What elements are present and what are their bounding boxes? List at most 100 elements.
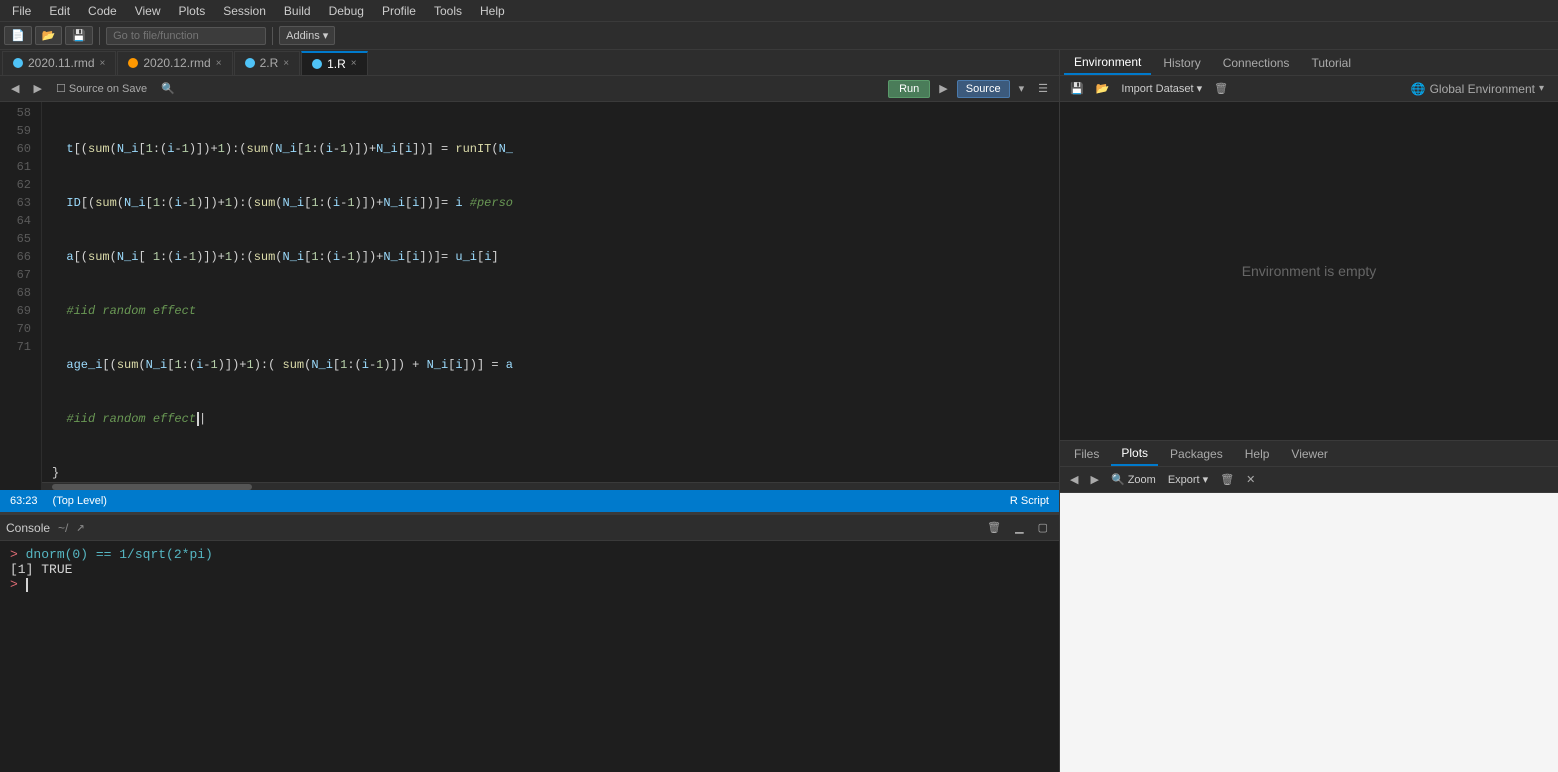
menu-build[interactable]: Build: [276, 2, 319, 20]
right-tab-bar: Environment History Connections Tutorial: [1060, 50, 1558, 76]
source-on-save-check[interactable]: ☐ Source on Save: [51, 80, 152, 97]
tab-close[interactable]: ×: [216, 58, 222, 69]
tab-icon: [245, 58, 255, 68]
plots-clear-button[interactable]: ✕: [1242, 471, 1259, 488]
console-workdir: ~/: [58, 521, 68, 535]
scroll-thumb[interactable]: [52, 484, 252, 490]
tab-2020-12-rmd[interactable]: 2020.12.rmd ×: [117, 51, 232, 75]
console-title: Console: [6, 521, 50, 535]
code-line-63: #iid random effect|: [52, 410, 1059, 428]
code-line-60: a[(sum(N_i[ 1:(i-1)])+1):(sum(N_i[1:(i-1…: [52, 248, 1059, 266]
menu-file[interactable]: File: [4, 2, 39, 20]
console-tab-bar: Console ~/ ↗ 🗑 ▁ ▢: [0, 515, 1059, 541]
status-bar: 63:23 (Top Level) R Script: [0, 490, 1059, 512]
env-empty-message: Environment is empty: [1242, 263, 1377, 279]
bottom-right-tab-bar: Files Plots Packages Help Viewer: [1060, 441, 1558, 467]
plots-export-button[interactable]: Export ▾: [1164, 471, 1212, 488]
code-line-58: t[(sum(N_i[1:(i-1)])+1):(sum(N_i[1:(i-1)…: [52, 140, 1059, 158]
console-command-line: > dnorm(0) == 1/sqrt(2*pi): [10, 547, 1049, 562]
code-line-62: age_i[(sum(N_i[1:(i-1)])+1):( sum(N_i[1:…: [52, 356, 1059, 374]
editor-panel: 2020.11.rmd × 2020.12.rmd × 2.R × 1.R × …: [0, 50, 1060, 772]
tab-viewer[interactable]: Viewer: [1281, 443, 1337, 465]
env-clear-button[interactable]: 🗑: [1210, 80, 1232, 97]
tab-plots[interactable]: Plots: [1111, 442, 1158, 466]
environment-section: Environment History Connections Tutorial…: [1060, 50, 1558, 440]
back-button[interactable]: ◀: [6, 80, 24, 97]
tab-label: 2020.11.rmd: [28, 56, 95, 70]
separator2: [272, 27, 273, 45]
open-button[interactable]: 📂: [35, 26, 63, 45]
tab-tutorial[interactable]: Tutorial: [1301, 52, 1361, 74]
console-path-icon[interactable]: ↗: [76, 519, 84, 536]
code-line-61: #iid random effect: [52, 302, 1059, 320]
console-clear-button[interactable]: 🗑: [982, 519, 1006, 536]
menu-view[interactable]: View: [127, 2, 169, 20]
main-toolbar: 📄 📂 💾 Addins ▾: [0, 22, 1558, 50]
bottom-right-section: Files Plots Packages Help Viewer ◀ ▶ 🔍 Z…: [1060, 440, 1558, 772]
console-result-value: TRUE: [41, 562, 72, 577]
save-button[interactable]: 💾: [65, 26, 93, 45]
tab-2020-11-rmd[interactable]: 2020.11.rmd ×: [2, 51, 116, 75]
separator: [99, 27, 100, 45]
tab-icon: [13, 58, 23, 68]
console-minimize-button[interactable]: ▁: [1010, 519, 1028, 536]
env-save-button[interactable]: 💾: [1066, 80, 1088, 97]
tab-label: 2020.12.rmd: [143, 56, 210, 70]
menu-plots[interactable]: Plots: [171, 2, 214, 20]
tab-icon: [312, 59, 322, 69]
tab-label: 1.R: [327, 57, 346, 71]
editor-toolbar: ◀ ▶ ☐ Source on Save 🔍 Run ▶ Source ▾ ☰: [0, 76, 1059, 102]
run-icon[interactable]: ▶: [934, 80, 952, 97]
tab-close[interactable]: ×: [100, 58, 106, 69]
forward-button[interactable]: ▶: [28, 80, 46, 97]
plots-zoom-button[interactable]: 🔍 Zoom: [1107, 471, 1160, 488]
tab-label: 2.R: [260, 56, 279, 70]
new-file-button[interactable]: 📄: [4, 26, 32, 45]
code-text[interactable]: t[(sum(N_i[1:(i-1)])+1):(sum(N_i[1:(i-1)…: [42, 102, 1059, 490]
horizontal-scrollbar[interactable]: [42, 482, 1059, 490]
console-prompt: >: [10, 547, 18, 562]
menu-session[interactable]: Session: [215, 2, 274, 20]
tab-connections[interactable]: Connections: [1213, 52, 1300, 74]
menu-code[interactable]: Code: [80, 2, 125, 20]
run-button[interactable]: Run: [888, 80, 930, 98]
viewer-toolbar: ◀ ▶ 🔍 Zoom Export ▾ 🗑 ✕: [1060, 467, 1558, 493]
global-env-icon: 🌐: [1411, 82, 1426, 96]
console-next-prompt: >: [10, 577, 18, 592]
menu-profile[interactable]: Profile: [374, 2, 424, 20]
console-maximize-button[interactable]: ▢: [1033, 519, 1053, 536]
tab-close[interactable]: ×: [351, 58, 357, 69]
plots-delete-button[interactable]: 🗑: [1216, 471, 1238, 488]
more-options[interactable]: ☰: [1033, 80, 1053, 97]
goto-input[interactable]: [106, 27, 266, 45]
env-import-button[interactable]: Import Dataset ▾: [1117, 80, 1206, 97]
tab-1R[interactable]: 1.R ×: [301, 51, 368, 75]
cursor-position: 63:23: [10, 495, 38, 507]
source-button[interactable]: Source: [957, 80, 1010, 98]
global-env-selector[interactable]: 🌐 Global Environment ▾: [1403, 80, 1552, 98]
plots-back-button[interactable]: ◀: [1066, 471, 1082, 488]
env-load-button[interactable]: 📂: [1092, 80, 1114, 97]
addins-button[interactable]: Addins ▾: [279, 26, 335, 45]
console-result-line: [1] TRUE: [10, 562, 1049, 577]
menu-bar: File Edit Code View Plots Session Build …: [0, 0, 1558, 22]
viewer-content: [1060, 493, 1558, 772]
tab-packages[interactable]: Packages: [1160, 443, 1233, 465]
console-content[interactable]: > dnorm(0) == 1/sqrt(2*pi) [1] TRUE >: [0, 541, 1059, 772]
console-cursor: [26, 578, 28, 592]
source-dropdown[interactable]: ▾: [1014, 80, 1030, 97]
tab-help[interactable]: Help: [1235, 443, 1280, 465]
menu-edit[interactable]: Edit: [41, 2, 78, 20]
menu-debug[interactable]: Debug: [321, 2, 372, 20]
tab-environment[interactable]: Environment: [1064, 51, 1151, 75]
plots-forward-button[interactable]: ▶: [1086, 471, 1102, 488]
code-editor[interactable]: 58 59 60 61 62 63 64 65 66 67 68 69 70 7…: [0, 102, 1059, 490]
tab-history[interactable]: History: [1153, 52, 1210, 74]
tab-files[interactable]: Files: [1064, 443, 1109, 465]
editor-tab-bar: 2020.11.rmd × 2020.12.rmd × 2.R × 1.R ×: [0, 50, 1059, 76]
search-button[interactable]: 🔍: [156, 80, 180, 97]
tab-close[interactable]: ×: [283, 58, 289, 69]
tab-2R[interactable]: 2.R ×: [234, 51, 301, 75]
menu-tools[interactable]: Tools: [426, 2, 470, 20]
menu-help[interactable]: Help: [472, 2, 513, 20]
